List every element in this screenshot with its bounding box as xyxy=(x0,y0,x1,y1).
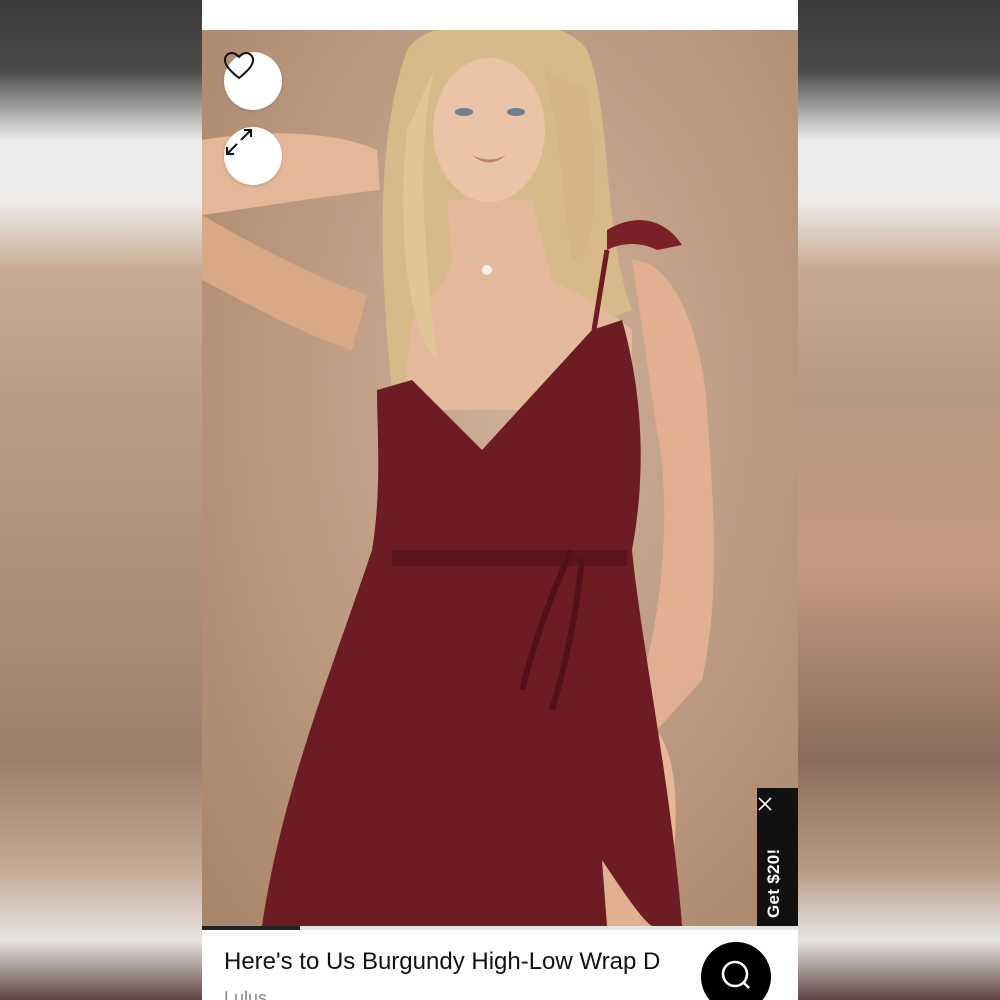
favorite-button[interactable] xyxy=(224,52,282,110)
blurred-background-right xyxy=(798,0,1000,1000)
promo-tab[interactable]: Get $20! xyxy=(757,788,798,926)
product-image[interactable]: Get $20! xyxy=(202,30,798,926)
blurred-background-left xyxy=(0,0,202,1000)
gallery-progress-fill xyxy=(202,926,300,930)
chat-icon xyxy=(719,958,753,997)
phone-screen: Get $20! Here's to Us Burgundy High-Low … xyxy=(202,0,798,1000)
promo-label: Get $20! xyxy=(764,848,783,919)
top-bar xyxy=(202,0,798,30)
model-illustration xyxy=(202,30,714,926)
expand-image-button[interactable] xyxy=(224,127,282,185)
promo-close-button[interactable] xyxy=(757,796,798,824)
gallery-progress-bar xyxy=(202,926,798,930)
product-brand[interactable]: Lulus xyxy=(224,988,267,1000)
